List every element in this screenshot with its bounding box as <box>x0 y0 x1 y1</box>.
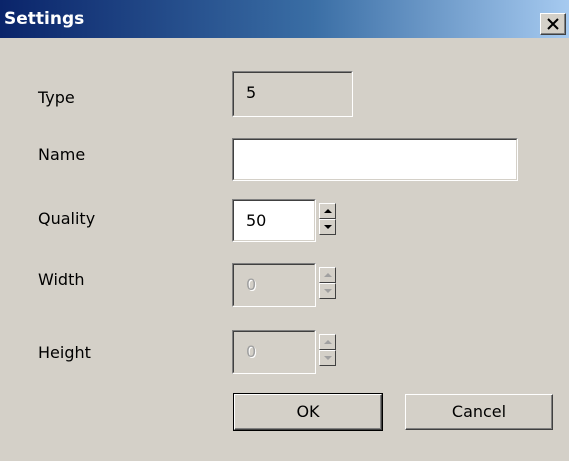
height-increment-button <box>319 334 336 350</box>
height-spinner <box>319 334 336 366</box>
settings-dialog: Settings Type 5 Name Quality 50 Width 0 … <box>0 0 569 461</box>
width-input: 0 <box>232 263 316 307</box>
height-label: Height <box>38 343 91 362</box>
width-increment-button <box>319 267 336 283</box>
arrow-down-icon <box>324 289 332 293</box>
width-value: 0 <box>246 275 257 294</box>
arrow-down-icon <box>324 356 332 360</box>
quality-value: 50 <box>246 211 267 230</box>
close-icon <box>547 18 559 30</box>
cancel-button[interactable]: Cancel <box>405 394 553 430</box>
arrow-up-icon <box>324 340 332 344</box>
width-label: Width <box>38 270 85 289</box>
arrow-up-icon <box>324 209 332 213</box>
quality-input[interactable]: 50 <box>232 199 316 242</box>
type-value: 5 <box>246 83 257 102</box>
quality-spinner[interactable] <box>319 203 336 235</box>
title-bar[interactable]: Settings <box>0 0 569 38</box>
name-input[interactable] <box>232 138 518 181</box>
ok-button[interactable]: OK <box>233 393 383 431</box>
height-decrement-button <box>319 350 336 366</box>
close-button[interactable] <box>540 13 566 35</box>
quality-decrement-button[interactable] <box>319 219 336 235</box>
quality-increment-button[interactable] <box>319 203 336 219</box>
arrow-down-icon <box>324 225 332 229</box>
width-decrement-button <box>319 283 336 299</box>
dialog-title: Settings <box>4 9 85 29</box>
arrow-up-icon <box>324 273 332 277</box>
width-spinner <box>319 267 336 299</box>
type-label: Type <box>38 88 75 107</box>
height-input: 0 <box>232 330 316 374</box>
type-field: 5 <box>232 71 353 117</box>
quality-label: Quality <box>38 209 96 228</box>
height-value: 0 <box>246 342 257 361</box>
name-label: Name <box>38 145 86 164</box>
